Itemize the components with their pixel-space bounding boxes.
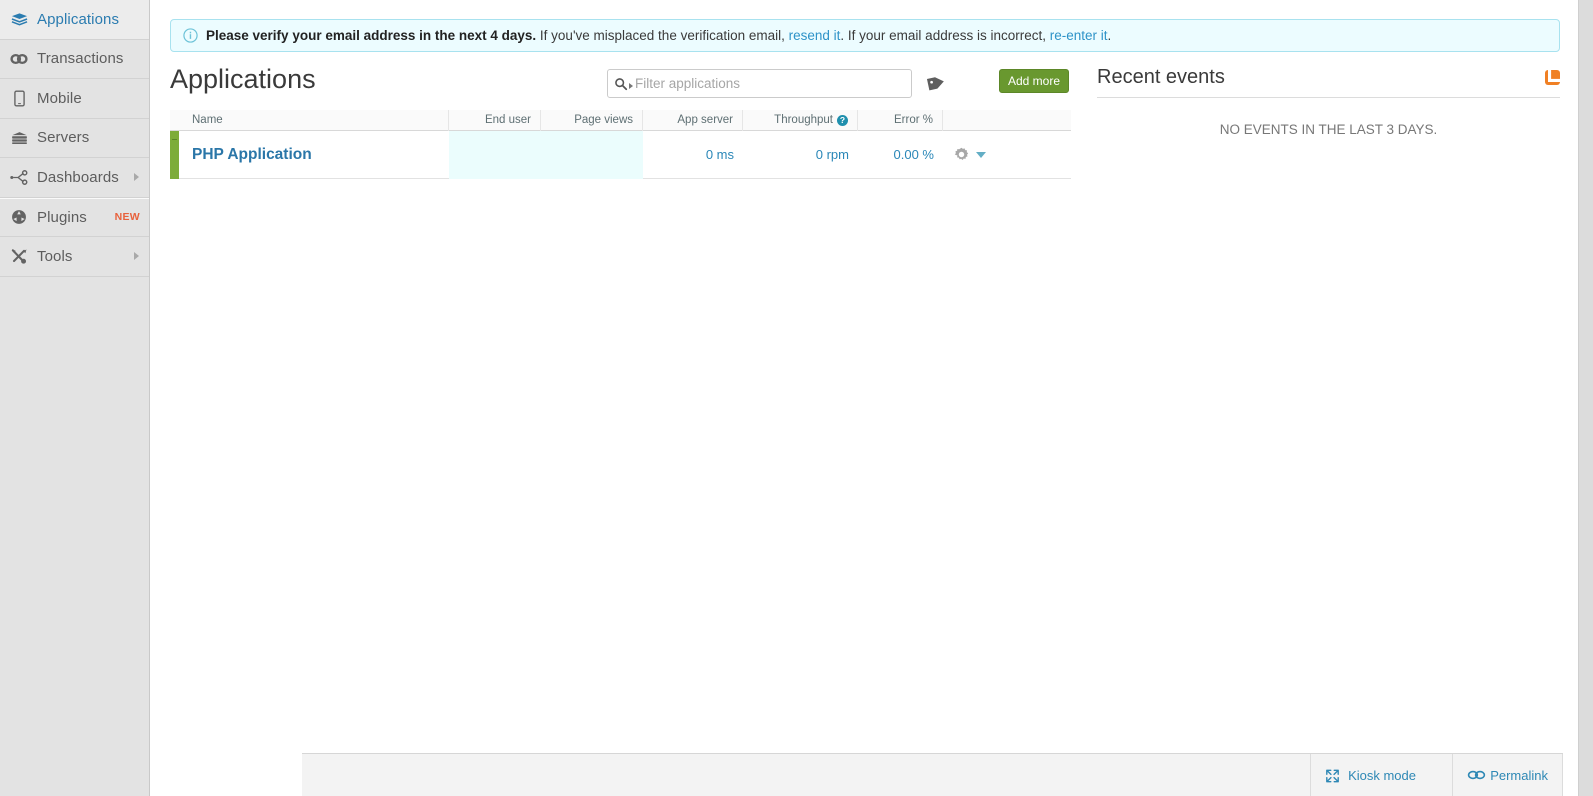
column-header-label: Name	[192, 114, 223, 126]
sidebar-item-label: Dashboards	[37, 168, 119, 186]
re-enter-it-link[interactable]: re-enter it	[1050, 28, 1108, 43]
add-more-button[interactable]: Add more	[999, 69, 1069, 93]
sidebar-item-servers[interactable]: Servers	[0, 119, 149, 158]
sidebar-item-transactions[interactable]: Transactions	[0, 40, 149, 79]
notice-text: Please verify your email address in the …	[206, 28, 1111, 43]
page-scrollbar[interactable]	[1578, 0, 1593, 796]
recent-events-empty-message: NO EVENTS IN THE LAST 3 DAYS.	[1219, 122, 1438, 137]
column-header-label: Error %	[894, 114, 933, 126]
cell-actions	[943, 131, 1061, 179]
plug-icon	[7, 207, 31, 227]
sidebar-item-mobile[interactable]: Mobile	[0, 79, 149, 119]
recent-events-panel: Recent events NO EVENTS IN THE LAST 3 DA…	[1097, 66, 1560, 140]
sidebar-item-label: Servers	[37, 129, 90, 147]
kiosk-mode-button[interactable]: Kiosk mode	[1310, 754, 1430, 796]
phone-icon	[7, 88, 31, 108]
column-header-end_user[interactable]: End user	[449, 109, 541, 131]
chevron-right-icon[interactable]	[134, 173, 139, 182]
help-icon[interactable]: ?	[837, 114, 848, 126]
sidebar-item-label: Tools	[37, 247, 73, 265]
sidebar-item-label: Mobile	[37, 89, 82, 107]
column-header-name[interactable]: Name	[170, 109, 449, 131]
table-body: PHP Application 0 ms 0 rpm 0.00 %	[170, 130, 1071, 179]
cell-name: PHP Application	[170, 131, 449, 179]
application-link[interactable]: PHP Application	[192, 146, 312, 164]
info-icon	[183, 28, 198, 43]
footer-bar: Kiosk mode Permalink	[302, 753, 1563, 796]
main-content: Please verify your email address in the …	[151, 0, 1578, 796]
kiosk-mode-label: Kiosk mode	[1348, 767, 1416, 783]
sidebar-new-badge: NEW	[114, 211, 140, 224]
notice-text-2: . If your email address is incorrect,	[840, 28, 1050, 43]
cell-end_user	[449, 130, 541, 179]
column-header-label: Throughput	[774, 114, 833, 126]
sidebar-item-label: Transactions	[37, 50, 124, 68]
notice-text-1: If you've misplaced the verification ema…	[536, 28, 789, 43]
search-icon	[614, 77, 628, 91]
notice-text-3: .	[1107, 28, 1112, 43]
sidebar-item-label: Plugins	[37, 208, 87, 226]
column-header-label: App server	[677, 114, 733, 126]
permalink-label: Permalink	[1490, 767, 1548, 783]
column-header-label: Page views	[574, 114, 633, 126]
resend-it-link[interactable]: resend it	[789, 28, 841, 43]
sidebar-item-plugins[interactable]: Plugins NEW	[0, 197, 149, 237]
recent-events-header: Recent events	[1097, 66, 1560, 98]
column-header-page_views[interactable]: Page views	[541, 109, 643, 131]
column-header-app_server[interactable]: App server	[643, 109, 743, 131]
server-icon	[7, 128, 31, 148]
cell-error_pct: 0.00 %	[893, 147, 934, 162]
layers-icon	[7, 9, 31, 29]
email-verification-banner: Please verify your email address in the …	[170, 19, 1560, 52]
column-header-throughput[interactable]: Throughput?	[743, 109, 858, 131]
row-status-indicator	[170, 131, 179, 179]
chevron-right-icon[interactable]	[134, 252, 139, 261]
share-icon	[7, 167, 31, 187]
cell-app_server: 0 ms	[705, 147, 734, 162]
sidebar: Applications Transactions Mobile Servers Das…	[0, 0, 150, 796]
cell-throughput: 0 rpm	[815, 147, 849, 162]
column-header-label: End user	[484, 114, 531, 126]
tools-icon	[7, 246, 31, 266]
cell-page_views	[541, 130, 643, 179]
sidebar-item-tools[interactable]: Tools	[0, 237, 149, 277]
permalink-button[interactable]: Permalink	[1452, 754, 1563, 796]
table-row[interactable]: PHP Application 0 ms 0 rpm 0.00 %	[170, 130, 1071, 179]
applications-table: Name End user Page views App server Throughp…	[170, 109, 1071, 179]
link-icon	[7, 49, 31, 69]
column-header-error_pct[interactable]: Error %	[858, 109, 943, 131]
table-header-row: Name End user Page views App server Throughp…	[170, 109, 1071, 131]
sidebar-item-label: Applications	[37, 10, 120, 28]
filter-applications-field[interactable]	[607, 69, 912, 98]
column-header-actions[interactable]	[943, 110, 1061, 131]
notice-bold-text: Please verify your email address in the …	[206, 28, 537, 43]
search-input[interactable]	[633, 70, 911, 97]
page-title: Applications	[170, 64, 316, 94]
rss-icon[interactable]	[1545, 70, 1560, 85]
sidebar-item-dashboards[interactable]: Dashboards	[0, 158, 149, 198]
sidebar-item-applications[interactable]: Applications	[0, 0, 149, 40]
caret-down-icon[interactable]	[976, 151, 986, 158]
gear-icon[interactable]	[954, 147, 969, 162]
recent-events-title: Recent events	[1097, 66, 1225, 88]
expand-icon	[1325, 769, 1340, 782]
tag-icon[interactable]	[926, 74, 946, 92]
link-chain-icon	[1467, 769, 1486, 782]
